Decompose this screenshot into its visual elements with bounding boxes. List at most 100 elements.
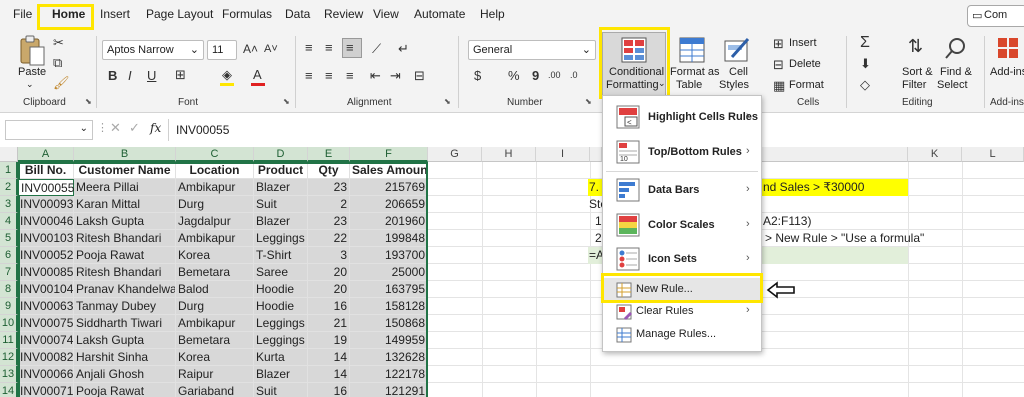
table-cell[interactable]: Suit bbox=[254, 196, 308, 213]
name-box[interactable]: ⌄ bbox=[5, 120, 93, 140]
bold-icon[interactable]: B bbox=[108, 68, 117, 83]
cancel-icon[interactable]: ✕ bbox=[110, 120, 121, 136]
sort-filter-label[interactable]: Sort & bbox=[902, 66, 933, 78]
delete-cells-icon[interactable]: ⊟ bbox=[773, 57, 784, 73]
table-cell[interactable]: Tanmay Dubey bbox=[74, 298, 176, 315]
table-cell[interactable]: Harshit Sinha bbox=[74, 349, 176, 366]
row-header[interactable]: 14 bbox=[0, 383, 18, 397]
table-cell[interactable]: Korea bbox=[176, 247, 254, 264]
table-cell[interactable]: Ambikapur bbox=[176, 230, 254, 247]
table-cell[interactable]: Bemetara bbox=[176, 264, 254, 281]
sort-filter-label-2[interactable]: Filter bbox=[902, 79, 926, 91]
table-cell[interactable]: Meera Pillai bbox=[74, 179, 176, 196]
table-cell[interactable]: Ambikapur bbox=[176, 179, 254, 196]
column-header-f[interactable]: F bbox=[350, 147, 428, 162]
row-header[interactable]: 12 bbox=[0, 349, 18, 366]
column-header-k[interactable]: K bbox=[908, 147, 962, 162]
insert-cells-button[interactable]: Insert bbox=[789, 37, 817, 49]
sort-filter-icon[interactable]: ⇅ bbox=[908, 36, 923, 57]
fill-color-icon[interactable]: ◈ bbox=[222, 67, 232, 83]
table-cell[interactable]: Durg bbox=[176, 298, 254, 315]
column-header-l[interactable]: L bbox=[962, 147, 1024, 162]
dialog-launcher-icon[interactable]: ⬊ bbox=[283, 97, 290, 106]
table-cell[interactable]: INV00104 bbox=[18, 281, 74, 298]
table-cell[interactable]: 163795 bbox=[350, 281, 428, 298]
table-cell[interactable]: Korea bbox=[176, 349, 254, 366]
italic-icon[interactable]: I bbox=[128, 68, 132, 83]
enter-icon[interactable]: ✓ bbox=[129, 120, 140, 136]
row-header[interactable]: 8 bbox=[0, 281, 18, 298]
active-cell[interactable]: INV00055 bbox=[18, 179, 74, 196]
format-as-table-label[interactable]: Format as bbox=[670, 66, 720, 78]
format-as-table-icon[interactable] bbox=[679, 37, 705, 63]
table-cell[interactable]: INV00082 bbox=[18, 349, 74, 366]
table-cell[interactable]: Blazer bbox=[254, 179, 308, 196]
table-cell[interactable]: Saree bbox=[254, 264, 308, 281]
row-header[interactable]: 9 bbox=[0, 298, 18, 315]
paste-icon[interactable] bbox=[18, 35, 46, 67]
column-header-h[interactable]: H bbox=[482, 147, 536, 162]
table-cell[interactable]: Hoodie bbox=[254, 298, 308, 315]
table-cell[interactable]: Suit bbox=[254, 383, 308, 397]
find-select-label-2[interactable]: Select bbox=[937, 79, 968, 91]
table-cell[interactable]: 150868 bbox=[350, 315, 428, 332]
dialog-launcher-icon[interactable]: ⬊ bbox=[85, 97, 92, 106]
menu-item-highlight-cells-rules[interactable]: < Highlight Cells Rules › bbox=[602, 101, 762, 135]
column-header-b[interactable]: B bbox=[74, 147, 176, 162]
table-cell[interactable]: Balod bbox=[176, 281, 254, 298]
clear-icon[interactable]: ◇ bbox=[860, 77, 870, 93]
table-cell[interactable]: Pooja Rawat bbox=[74, 383, 176, 397]
align-middle-icon[interactable]: ≡ bbox=[325, 40, 333, 55]
tab-review[interactable]: Review bbox=[324, 7, 363, 21]
format-cells-button[interactable]: Format bbox=[789, 79, 824, 91]
tab-help[interactable]: Help bbox=[480, 7, 505, 21]
align-right-icon[interactable]: ≡ bbox=[346, 68, 354, 83]
add-ins-icon[interactable] bbox=[996, 36, 1020, 60]
row-header[interactable]: 13 bbox=[0, 366, 18, 383]
table-cell[interactable]: INV00071 bbox=[18, 383, 74, 397]
table-cell[interactable]: 132628 bbox=[350, 349, 428, 366]
table-cell[interactable]: Ritesh Bhandari bbox=[74, 264, 176, 281]
copy-icon[interactable]: ⧉ bbox=[53, 55, 62, 71]
percent-icon[interactable]: % bbox=[508, 68, 520, 83]
paste-dropdown-icon[interactable]: ⌄ bbox=[26, 79, 34, 90]
table-header-cell[interactable]: Bill No. bbox=[18, 162, 74, 179]
cell-styles-label-2[interactable]: Styles bbox=[719, 79, 749, 91]
find-select-icon[interactable] bbox=[944, 36, 968, 60]
table-header-cell[interactable]: Product bbox=[254, 162, 308, 179]
table-cell[interactable]: INV00075 bbox=[18, 315, 74, 332]
table-cell[interactable]: Anjali Ghosh bbox=[74, 366, 176, 383]
table-header-cell[interactable]: Qty bbox=[308, 162, 350, 179]
table-cell[interactable]: INV00085 bbox=[18, 264, 74, 281]
table-cell[interactable]: INV00093 bbox=[18, 196, 74, 213]
delete-cells-button[interactable]: Delete bbox=[789, 58, 821, 70]
decrease-font-size-icon[interactable]: A˅ bbox=[264, 43, 278, 55]
table-cell[interactable]: Laksh Gupta bbox=[74, 213, 176, 230]
cell-styles-label[interactable]: Cell bbox=[729, 66, 748, 78]
table-cell[interactable]: INV00046 bbox=[18, 213, 74, 230]
row-header[interactable]: 11 bbox=[0, 332, 18, 349]
menu-item-clear-rules[interactable]: Clear Rules › bbox=[602, 301, 762, 323]
table-cell[interactable]: Leggings bbox=[254, 332, 308, 349]
table-cell[interactable]: 22 bbox=[308, 230, 350, 247]
tab-insert[interactable]: Insert bbox=[100, 7, 130, 21]
orientation-icon[interactable]: ⟋ bbox=[372, 41, 381, 57]
table-cell[interactable]: 23 bbox=[308, 213, 350, 230]
decrease-indent-icon[interactable]: ⇤ bbox=[370, 68, 381, 84]
formula-input[interactable]: INV00055 bbox=[176, 123, 229, 137]
menu-item-color-scales[interactable]: Color Scales › bbox=[602, 208, 762, 242]
dialog-launcher-icon[interactable]: ⬊ bbox=[444, 97, 451, 106]
table-cell[interactable]: 206659 bbox=[350, 196, 428, 213]
row-header[interactable]: 1 bbox=[0, 162, 18, 179]
merge-center-icon[interactable]: ⊟ bbox=[414, 68, 425, 84]
table-cell[interactable]: 16 bbox=[308, 383, 350, 397]
table-cell[interactable]: 149959 bbox=[350, 332, 428, 349]
tab-page-layout[interactable]: Page Layout bbox=[146, 7, 213, 21]
table-cell[interactable]: Karan Mittal bbox=[74, 196, 176, 213]
tab-automate[interactable]: Automate bbox=[414, 7, 465, 21]
column-header-g[interactable]: G bbox=[428, 147, 482, 162]
format-painter-icon[interactable]: 🖌 bbox=[53, 75, 70, 91]
column-header-d[interactable]: D bbox=[254, 147, 308, 162]
row-header[interactable]: 4 bbox=[0, 213, 18, 230]
cell-styles-icon[interactable] bbox=[724, 37, 750, 63]
